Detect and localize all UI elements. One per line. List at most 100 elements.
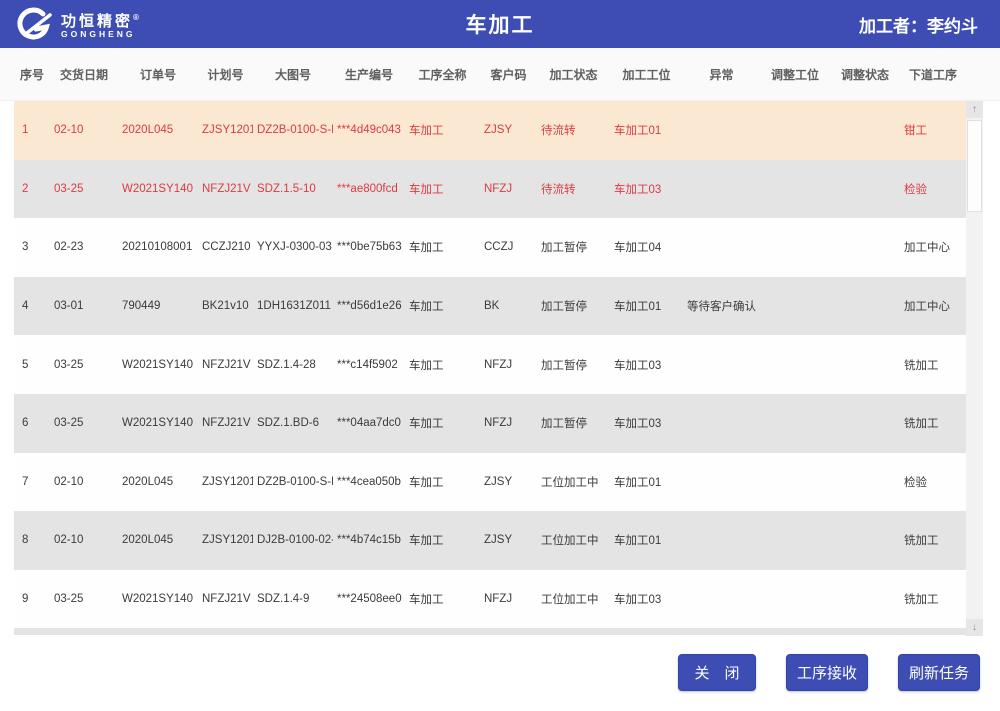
app-header: 功恒精密® GONGHENG 车加工 加工者：李约斗 <box>0 0 1000 48</box>
scrollbar[interactable]: ↑ ↓ <box>966 101 983 636</box>
cell-process-status: 工位加工中 <box>537 532 610 548</box>
cell-seq: 6 <box>14 417 50 429</box>
cell-drawing-no: SDZ.1.4-9 <box>253 593 333 605</box>
cell-seq: 2 <box>14 183 50 195</box>
brand-text: 功恒精密® GONGHENG <box>61 10 139 39</box>
cell-customer-code: ZJSY <box>480 534 537 546</box>
column-header-work-station: 加工工位 <box>610 66 683 83</box>
cell-production-no: ***d56d1e26 <box>333 300 405 312</box>
cell-work-station: 车加工03 <box>610 415 683 431</box>
cell-customer-code: NFZJ <box>480 183 537 195</box>
column-header-process-status: 加工状态 <box>537 66 610 83</box>
logo: 功恒精密® GONGHENG <box>0 7 139 41</box>
cell-plan-no: BK21v10 <box>198 300 253 312</box>
cell-plan-no: NFZJ21V <box>198 183 253 195</box>
cell-process-name: 车加工 <box>405 532 480 548</box>
cell-work-station: 车加工03 <box>610 181 683 197</box>
cell-production-no: ***4b74c15b <box>333 534 405 546</box>
cell-production-no: ***24508ee0 <box>333 593 405 605</box>
cell-customer-code: NFZJ <box>480 417 537 429</box>
footer-actions: 关 闭 工序接收 刷新任务 <box>0 636 1000 691</box>
table-row[interactable]: 403-01790449BK21v101DH1631Z011***d56d1e2… <box>14 277 966 336</box>
table-row-partial <box>14 628 966 635</box>
cell-delivery-date: 02-10 <box>50 124 118 136</box>
table-row[interactable]: 702-102020L045ZJSY1201DZ2B-0100-S-N.***4… <box>14 453 966 512</box>
cell-exception: 等待客户确认 <box>683 298 760 314</box>
table-row[interactable]: 802-102020L045ZJSY1201DJ2B-0100-02-0***4… <box>14 511 966 570</box>
cell-process-status: 待流转 <box>537 122 610 138</box>
cell-process-status: 工位加工中 <box>537 474 610 490</box>
column-header-delivery-date: 交货日期 <box>50 66 118 83</box>
cell-process-status: 加工暂停 <box>537 239 610 255</box>
table-row[interactable]: 302-2320210108001CCZJ210YYXJ-0300-03***0… <box>14 218 966 277</box>
table-row[interactable]: 102-102020L045ZJSY1201DZ2B-0100-S-N-***4… <box>14 101 966 160</box>
cell-order-no: W2021SY140 <box>118 593 198 605</box>
cell-drawing-no: SDZ.1.4-28 <box>253 359 333 371</box>
cell-customer-code: CCZJ <box>480 241 537 253</box>
scroll-up-icon: ↑ <box>972 104 977 115</box>
cell-production-no: ***0be75b63 <box>333 241 405 253</box>
cell-next-process: 检验 <box>900 181 966 197</box>
cell-drawing-no: DJ2B-0100-02-0 <box>253 534 333 546</box>
cell-order-no: W2021SY140 <box>118 359 198 371</box>
close-button[interactable]: 关 闭 <box>678 654 756 691</box>
column-header-order-no: 订单号 <box>118 66 198 83</box>
column-header-seq: 序号 <box>14 66 50 83</box>
scroll-up-button[interactable]: ↑ <box>966 101 983 118</box>
cell-customer-code: NFZJ <box>480 593 537 605</box>
scroll-down-button[interactable]: ↓ <box>966 619 983 636</box>
cell-plan-no: ZJSY1201 <box>198 476 253 488</box>
column-header-drawing-no: 大图号 <box>253 66 333 83</box>
cell-process-name: 车加工 <box>405 591 480 607</box>
cell-production-no: ***4cea050b <box>333 476 405 488</box>
cell-process-name: 车加工 <box>405 357 480 373</box>
cell-work-station: 车加工03 <box>610 357 683 373</box>
operator-label: 加工者：李约斗 <box>859 12 1000 37</box>
table-header: 序号交货日期订单号计划号大图号生产编号工序全称客户码加工状态加工工位异常调整工位… <box>0 48 1000 101</box>
cell-drawing-no: SDZ.1.BD-6 <box>253 417 333 429</box>
cell-process-name: 车加工 <box>405 122 480 138</box>
cell-seq: 1 <box>14 124 50 136</box>
cell-process-status: 加工暂停 <box>537 415 610 431</box>
cell-process-status: 待流转 <box>537 181 610 197</box>
cell-process-status: 工位加工中 <box>537 591 610 607</box>
cell-customer-code: ZJSY <box>480 476 537 488</box>
scrollbar-thumb[interactable] <box>967 120 982 212</box>
cell-next-process: 钳工 <box>900 122 966 138</box>
cell-work-station: 车加工01 <box>610 122 683 138</box>
cell-production-no: ***4d49c043 <box>333 124 405 136</box>
cell-customer-code: NFZJ <box>480 359 537 371</box>
page-title: 车加工 <box>0 9 1000 39</box>
cell-work-station: 车加工01 <box>610 474 683 490</box>
table-row[interactable]: 903-25W2021SY140NFZJ21VSDZ.1.4-9***24508… <box>14 570 966 629</box>
cell-delivery-date: 03-25 <box>50 593 118 605</box>
table-row[interactable]: 603-25W2021SY140NFZJ21VSDZ.1.BD-6***04aa… <box>14 394 966 453</box>
cell-work-station: 车加工01 <box>610 532 683 548</box>
cell-order-no: 2020L045 <box>118 476 198 488</box>
cell-process-name: 车加工 <box>405 298 480 314</box>
table-row[interactable]: 203-25W2021SY140NFZJ21VSDZ.1.5-10***ae80… <box>14 160 966 219</box>
cell-delivery-date: 03-25 <box>50 359 118 371</box>
column-header-next-process: 下道工序 <box>900 66 966 83</box>
cell-order-no: W2021SY140 <box>118 183 198 195</box>
cell-delivery-date: 02-10 <box>50 534 118 546</box>
cell-delivery-date: 03-25 <box>50 183 118 195</box>
cell-seq: 3 <box>14 241 50 253</box>
cell-delivery-date: 03-01 <box>50 300 118 312</box>
refresh-tasks-button[interactable]: 刷新任务 <box>898 654 980 691</box>
column-header-process-name: 工序全称 <box>405 66 480 83</box>
cell-work-station: 车加工01 <box>610 298 683 314</box>
cell-process-name: 车加工 <box>405 239 480 255</box>
scrollbar-track[interactable] <box>966 118 983 619</box>
table-row[interactable]: 503-25W2021SY140NFZJ21VSDZ.1.4-28***c14f… <box>14 335 966 394</box>
cell-order-no: W2021SY140 <box>118 417 198 429</box>
cell-drawing-no: 1DH1631Z011 <box>253 300 333 312</box>
cell-production-no: ***c14f5902 <box>333 359 405 371</box>
cell-customer-code: BK <box>480 300 537 312</box>
column-header-customer-code: 客户码 <box>480 66 537 83</box>
cell-seq: 7 <box>14 476 50 488</box>
process-accept-button[interactable]: 工序接收 <box>786 654 868 691</box>
cell-seq: 5 <box>14 359 50 371</box>
cell-plan-no: NFZJ21V <box>198 417 253 429</box>
cell-plan-no: NFZJ21V <box>198 359 253 371</box>
